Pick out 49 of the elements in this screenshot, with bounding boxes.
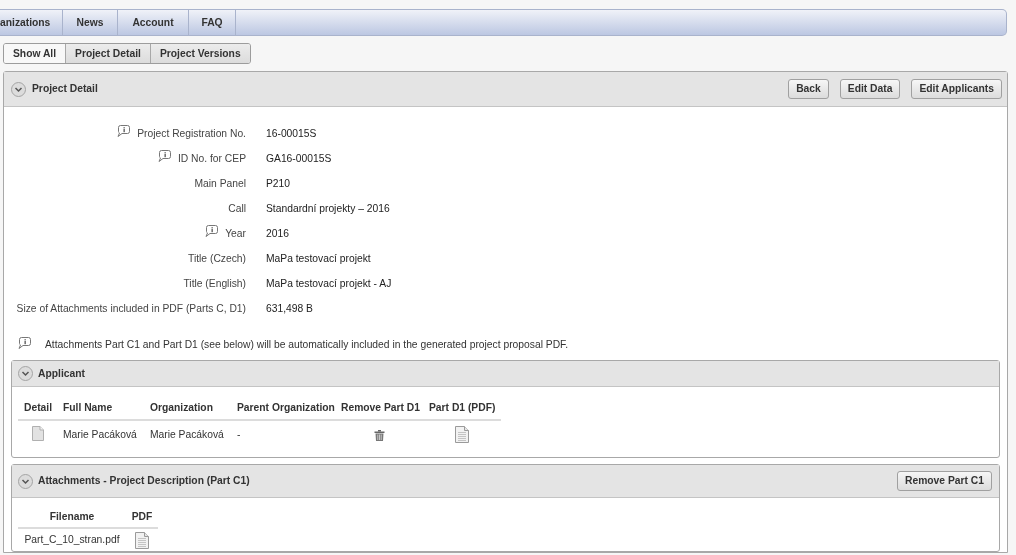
panel-title: Project Detail xyxy=(32,82,98,97)
field-value: 16-00015S xyxy=(266,126,317,141)
info-bubble-icon xyxy=(18,337,31,349)
field-label: Project Registration No. xyxy=(137,126,246,141)
table-cell-text: Marie Pacáková xyxy=(62,428,138,443)
info-note: Attachments Part C1 and Part D1 (see below) will be automatically included in the generated project proposal PDF. xyxy=(45,338,569,353)
nav-tab[interactable]: Account xyxy=(118,10,189,35)
panel-title: Applicant xyxy=(38,366,85,381)
column-header: Remove Part D1 xyxy=(340,401,421,416)
column-header: Full Name xyxy=(62,401,114,416)
view-tab[interactable]: Project Detail xyxy=(65,44,150,63)
field-label: Main Panel xyxy=(194,176,246,191)
column-header: Detail xyxy=(23,401,54,416)
action-button[interactable]: Edit Data xyxy=(839,79,901,99)
field-label: Title (English) xyxy=(183,276,246,291)
action-button[interactable]: Back xyxy=(788,79,829,99)
column-header: Filename xyxy=(48,510,96,525)
pdf-document-icon[interactable] xyxy=(135,531,149,549)
field-value: P210 xyxy=(266,176,291,191)
field-value: Standardní projekty – 2016 xyxy=(266,201,390,216)
table-cell-text: - xyxy=(236,428,242,443)
field-label: Title (Czech) xyxy=(188,251,246,266)
panel-title: Attachments - Project Description (Part C1) xyxy=(38,474,250,489)
column-header: PDF xyxy=(130,510,154,525)
action-button[interactable]: Edit Applicants xyxy=(911,79,1002,99)
column-header: Parent Organization xyxy=(236,401,335,416)
trash-icon[interactable] xyxy=(373,429,385,441)
field-label: Year xyxy=(225,226,246,241)
action-button[interactable]: Remove Part C1 xyxy=(897,471,992,491)
nav-tab[interactable]: FAQ xyxy=(189,10,236,35)
nav-tab[interactable]: News xyxy=(63,10,118,35)
collapse-toggle-icon[interactable] xyxy=(18,473,33,489)
column-header: Organization xyxy=(149,401,214,416)
collapse-toggle-icon[interactable] xyxy=(18,366,33,381)
field-label: ID No. for CEP xyxy=(177,151,246,166)
collapse-toggle-icon[interactable] xyxy=(11,81,26,97)
table-cell-text: Marie Pacáková xyxy=(149,428,225,443)
field-value: GA16-00015S xyxy=(266,151,332,166)
field-value: MaPa testovací projekt - AJ xyxy=(266,276,392,291)
pdf-document-icon[interactable] xyxy=(455,425,469,443)
field-value: 2016 xyxy=(266,226,289,241)
nav-tab[interactable]: anizations xyxy=(0,10,63,35)
column-header: Part D1 (PDF) xyxy=(428,401,497,416)
field-label: Call xyxy=(228,201,246,216)
field-value: 631,498 B xyxy=(266,301,313,316)
field-value: MaPa testovací projekt xyxy=(266,251,371,266)
field-label: Size of Attachments included in PDF (Parts C, D1) xyxy=(16,301,246,316)
view-tab[interactable]: Project Versions xyxy=(149,44,250,63)
table-cell-text: Part_C_10_stran.pdf xyxy=(23,533,121,548)
